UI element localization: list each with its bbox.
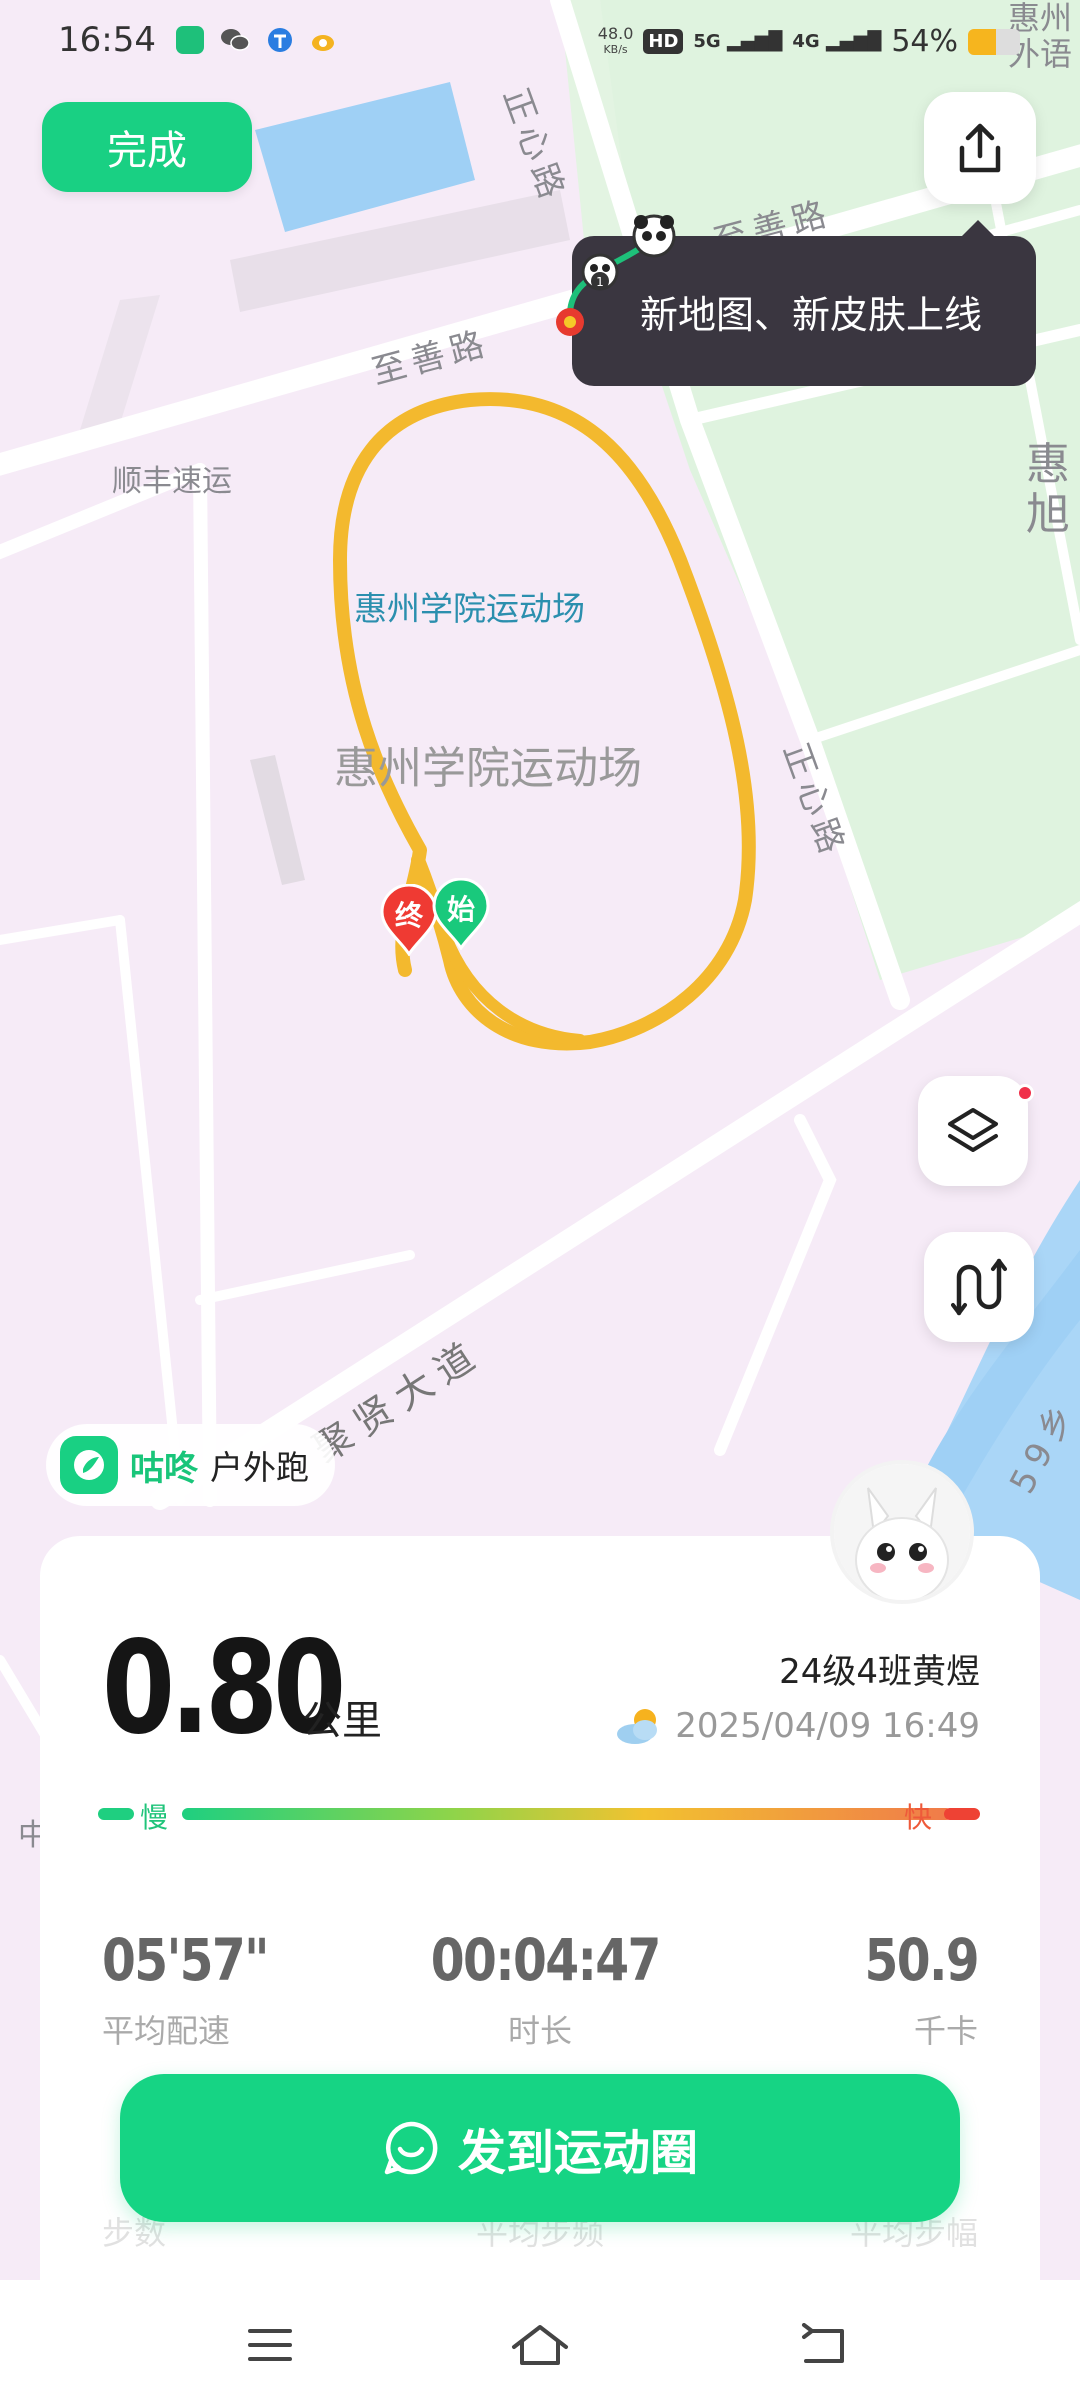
- pace-gradient-bar: 慢 快: [98, 1794, 980, 1834]
- chat-app-icon: [176, 26, 204, 54]
- notification-dot: [1016, 1084, 1034, 1102]
- stat-value: 50.9: [864, 1926, 980, 1994]
- stat-value: 00:04:47: [430, 1926, 662, 1994]
- stat-label: 千卡: [913, 2012, 978, 2050]
- stat-calories: 50.9 千卡: [758, 1926, 980, 2052]
- home-icon: [512, 2325, 568, 2365]
- stat-label: 时长: [507, 2012, 572, 2050]
- battery-percent: 54%: [891, 24, 958, 59]
- activity-type: 户外跑: [210, 1448, 309, 1487]
- telecom-icon: [266, 26, 294, 54]
- brand-name: 咕咚: [130, 1448, 198, 1489]
- road: [193, 463, 217, 1507]
- pace-track: [182, 1808, 952, 1820]
- mascot-avatar[interactable]: [830, 1460, 974, 1604]
- share-icon: [959, 123, 1001, 173]
- route-toggle-button[interactable]: [924, 1232, 1034, 1342]
- pace-slow-label: 慢: [140, 1801, 169, 1834]
- start-marker[interactable]: 始: [432, 877, 490, 951]
- menu-icon: [248, 2329, 292, 2361]
- end-marker-label: 终: [394, 899, 423, 932]
- map-label-stadium: 惠州学院运动场: [354, 589, 585, 628]
- share-button[interactable]: [924, 92, 1036, 204]
- start-marker-label: 始: [446, 893, 475, 926]
- signal-5g-icon: 5G ▂▄▆█: [693, 31, 783, 52]
- end-marker[interactable]: 终: [380, 883, 438, 957]
- layers-icon: [948, 1108, 998, 1152]
- workout-datetime: 2025/04/09 16:49: [615, 1706, 980, 1746]
- status-time: 16:54: [58, 20, 156, 60]
- home-button[interactable]: [500, 2310, 580, 2380]
- app-brand-badge: 咕咚 户外跑: [46, 1424, 335, 1506]
- user-name: 24级4班黄煜: [779, 1652, 980, 1692]
- system-nav-bar: [0, 2280, 1080, 2408]
- battery-level: [968, 28, 997, 55]
- mascot-icon: [834, 1464, 970, 1600]
- tooltip-badge-number: 1: [596, 275, 604, 289]
- wechat-icon: [220, 26, 250, 54]
- stat-value: 05'57": [102, 1926, 270, 1994]
- weibo-icon: [310, 26, 338, 54]
- signal-4g-icon: 4G ▂▄▆█: [792, 31, 882, 52]
- status-indicators: 48.0 KB/s HD 5G ▂▄▆█ 4G ▂▄▆█ 54%: [598, 24, 1020, 59]
- menu-button[interactable]: [230, 2310, 310, 2380]
- post-to-feed-button[interactable]: 发到运动圈: [120, 2074, 960, 2222]
- network-speed: 48.0 KB/s: [597, 23, 634, 56]
- partly-cloudy-icon: [617, 1709, 658, 1744]
- codoon-logo-icon: [60, 1436, 118, 1494]
- map-label-edge: 惠旭: [1026, 439, 1070, 540]
- done-button[interactable]: 完成: [42, 102, 252, 192]
- route-icon: [951, 1258, 1007, 1316]
- chat-bubble-icon: [384, 2121, 438, 2175]
- status-bar: 16:54 48.0 KB/s HD 5G ▂▄▆█ 4G ▂▄▆█ 54%: [0, 0, 1080, 80]
- stat-duration: 00:04:47 时长: [410, 1926, 670, 2052]
- back-icon: [802, 2323, 844, 2363]
- pace-fast-label: 快: [903, 1801, 932, 1834]
- tooltip-text: 新地图、新皮肤上线: [640, 292, 983, 337]
- workout-summary-card: 0.80 公里 24级4班黄煜 2025/04/09 16:49 慢 快 05'…: [40, 1536, 1040, 2408]
- distance-unit: 公里: [302, 1698, 382, 1744]
- panda-route-icon: 1: [556, 214, 676, 336]
- layers-button[interactable]: [918, 1076, 1028, 1186]
- stat-avg-pace: 05'57" 平均配速: [102, 1926, 299, 2052]
- battery-icon: [968, 28, 1020, 55]
- map-label-poi: 顺丰速运: [112, 464, 232, 499]
- hd-badge: HD: [643, 29, 684, 54]
- stat-label: 平均配速: [102, 2012, 231, 2050]
- post-button-label: 发到运动圈: [457, 2125, 698, 2181]
- back-button[interactable]: [784, 2310, 864, 2380]
- map-label-stadium-area: 惠州学院运动场: [334, 743, 642, 794]
